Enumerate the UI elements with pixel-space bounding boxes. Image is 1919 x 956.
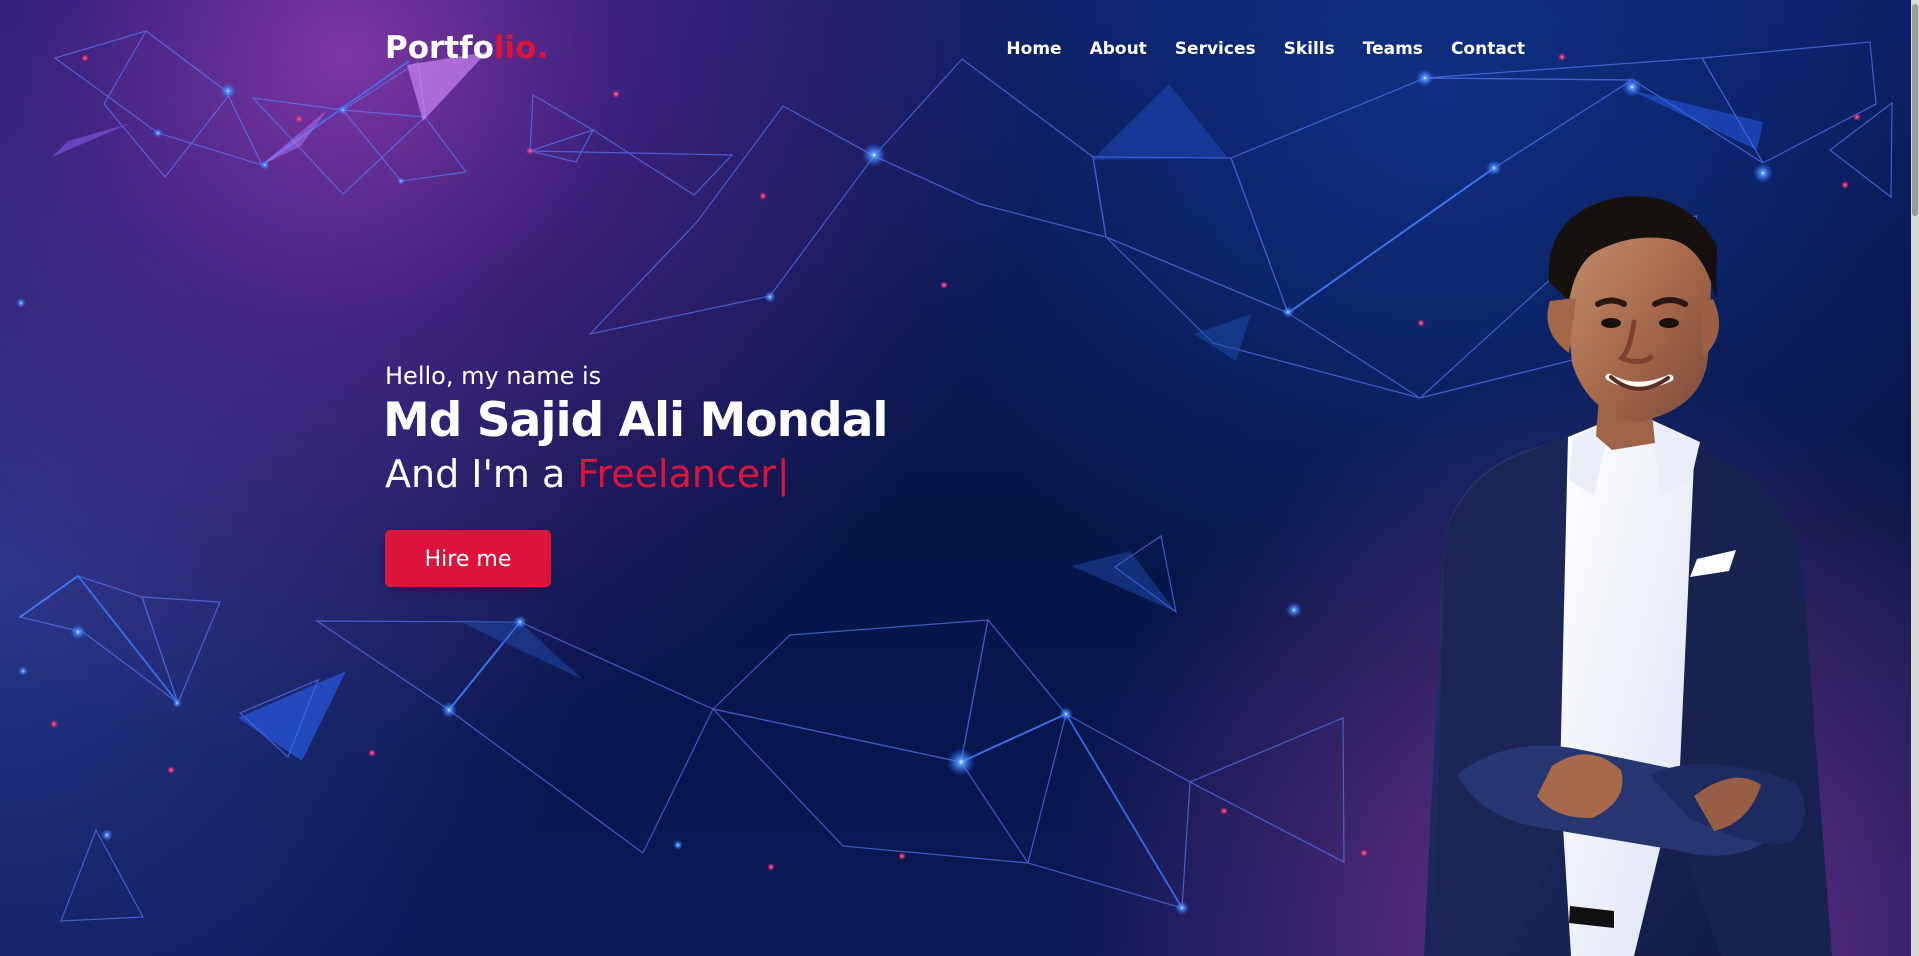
- person-photo-icon: [1424, 196, 1832, 956]
- hero-name: Md Sajid Ali Mondal: [383, 393, 889, 449]
- hero-role-prefix: And I'm a: [385, 451, 578, 496]
- nav-teams-item: Teams: [1363, 39, 1423, 58]
- hero-introduction: Hello, my name is Md Sajid Ali Mondal An…: [383, 362, 1005, 587]
- typing-cursor: |: [776, 451, 790, 496]
- hero-role-line: And I'm a Freelancer|: [385, 451, 1005, 496]
- portfolio-logo[interactable]: Portfolio.: [385, 29, 549, 66]
- hero-role-word: Freelancer: [577, 451, 776, 496]
- main-navigation: Home About Services Skills Teams Contact: [1006, 39, 1525, 58]
- profile-photo: [1364, 196, 1884, 956]
- scrollbar-thumb[interactable]: [1912, 4, 1918, 216]
- site-header: Portfolio. Home About Services Skills Te…: [385, 25, 1525, 71]
- logo-main-text: Portfo: [385, 29, 494, 66]
- logo-accent-text: lio.: [493, 29, 549, 66]
- nav-home-link[interactable]: Home: [1006, 39, 1061, 59]
- nav-contact-item: Contact: [1451, 39, 1525, 58]
- nav-contact-link[interactable]: Contact: [1451, 39, 1525, 59]
- hero-greeting: Hello, my name is: [385, 362, 602, 390]
- portfolio-hero-page: Portfolio. Home About Services Skills Te…: [0, 0, 1919, 956]
- nav-teams-link[interactable]: Teams: [1363, 39, 1423, 59]
- nav-home-item: Home: [1006, 39, 1061, 58]
- nav-services-item: Services: [1175, 39, 1256, 58]
- nav-services-link[interactable]: Services: [1175, 39, 1256, 59]
- nav-about-link[interactable]: About: [1090, 39, 1147, 59]
- page-scrollbar[interactable]: [1911, 0, 1919, 956]
- hire-me-button[interactable]: Hire me: [385, 530, 551, 587]
- nav-skills-link[interactable]: Skills: [1284, 39, 1335, 59]
- nav-about-item: About: [1090, 39, 1147, 58]
- nav-skills-item: Skills: [1284, 39, 1335, 58]
